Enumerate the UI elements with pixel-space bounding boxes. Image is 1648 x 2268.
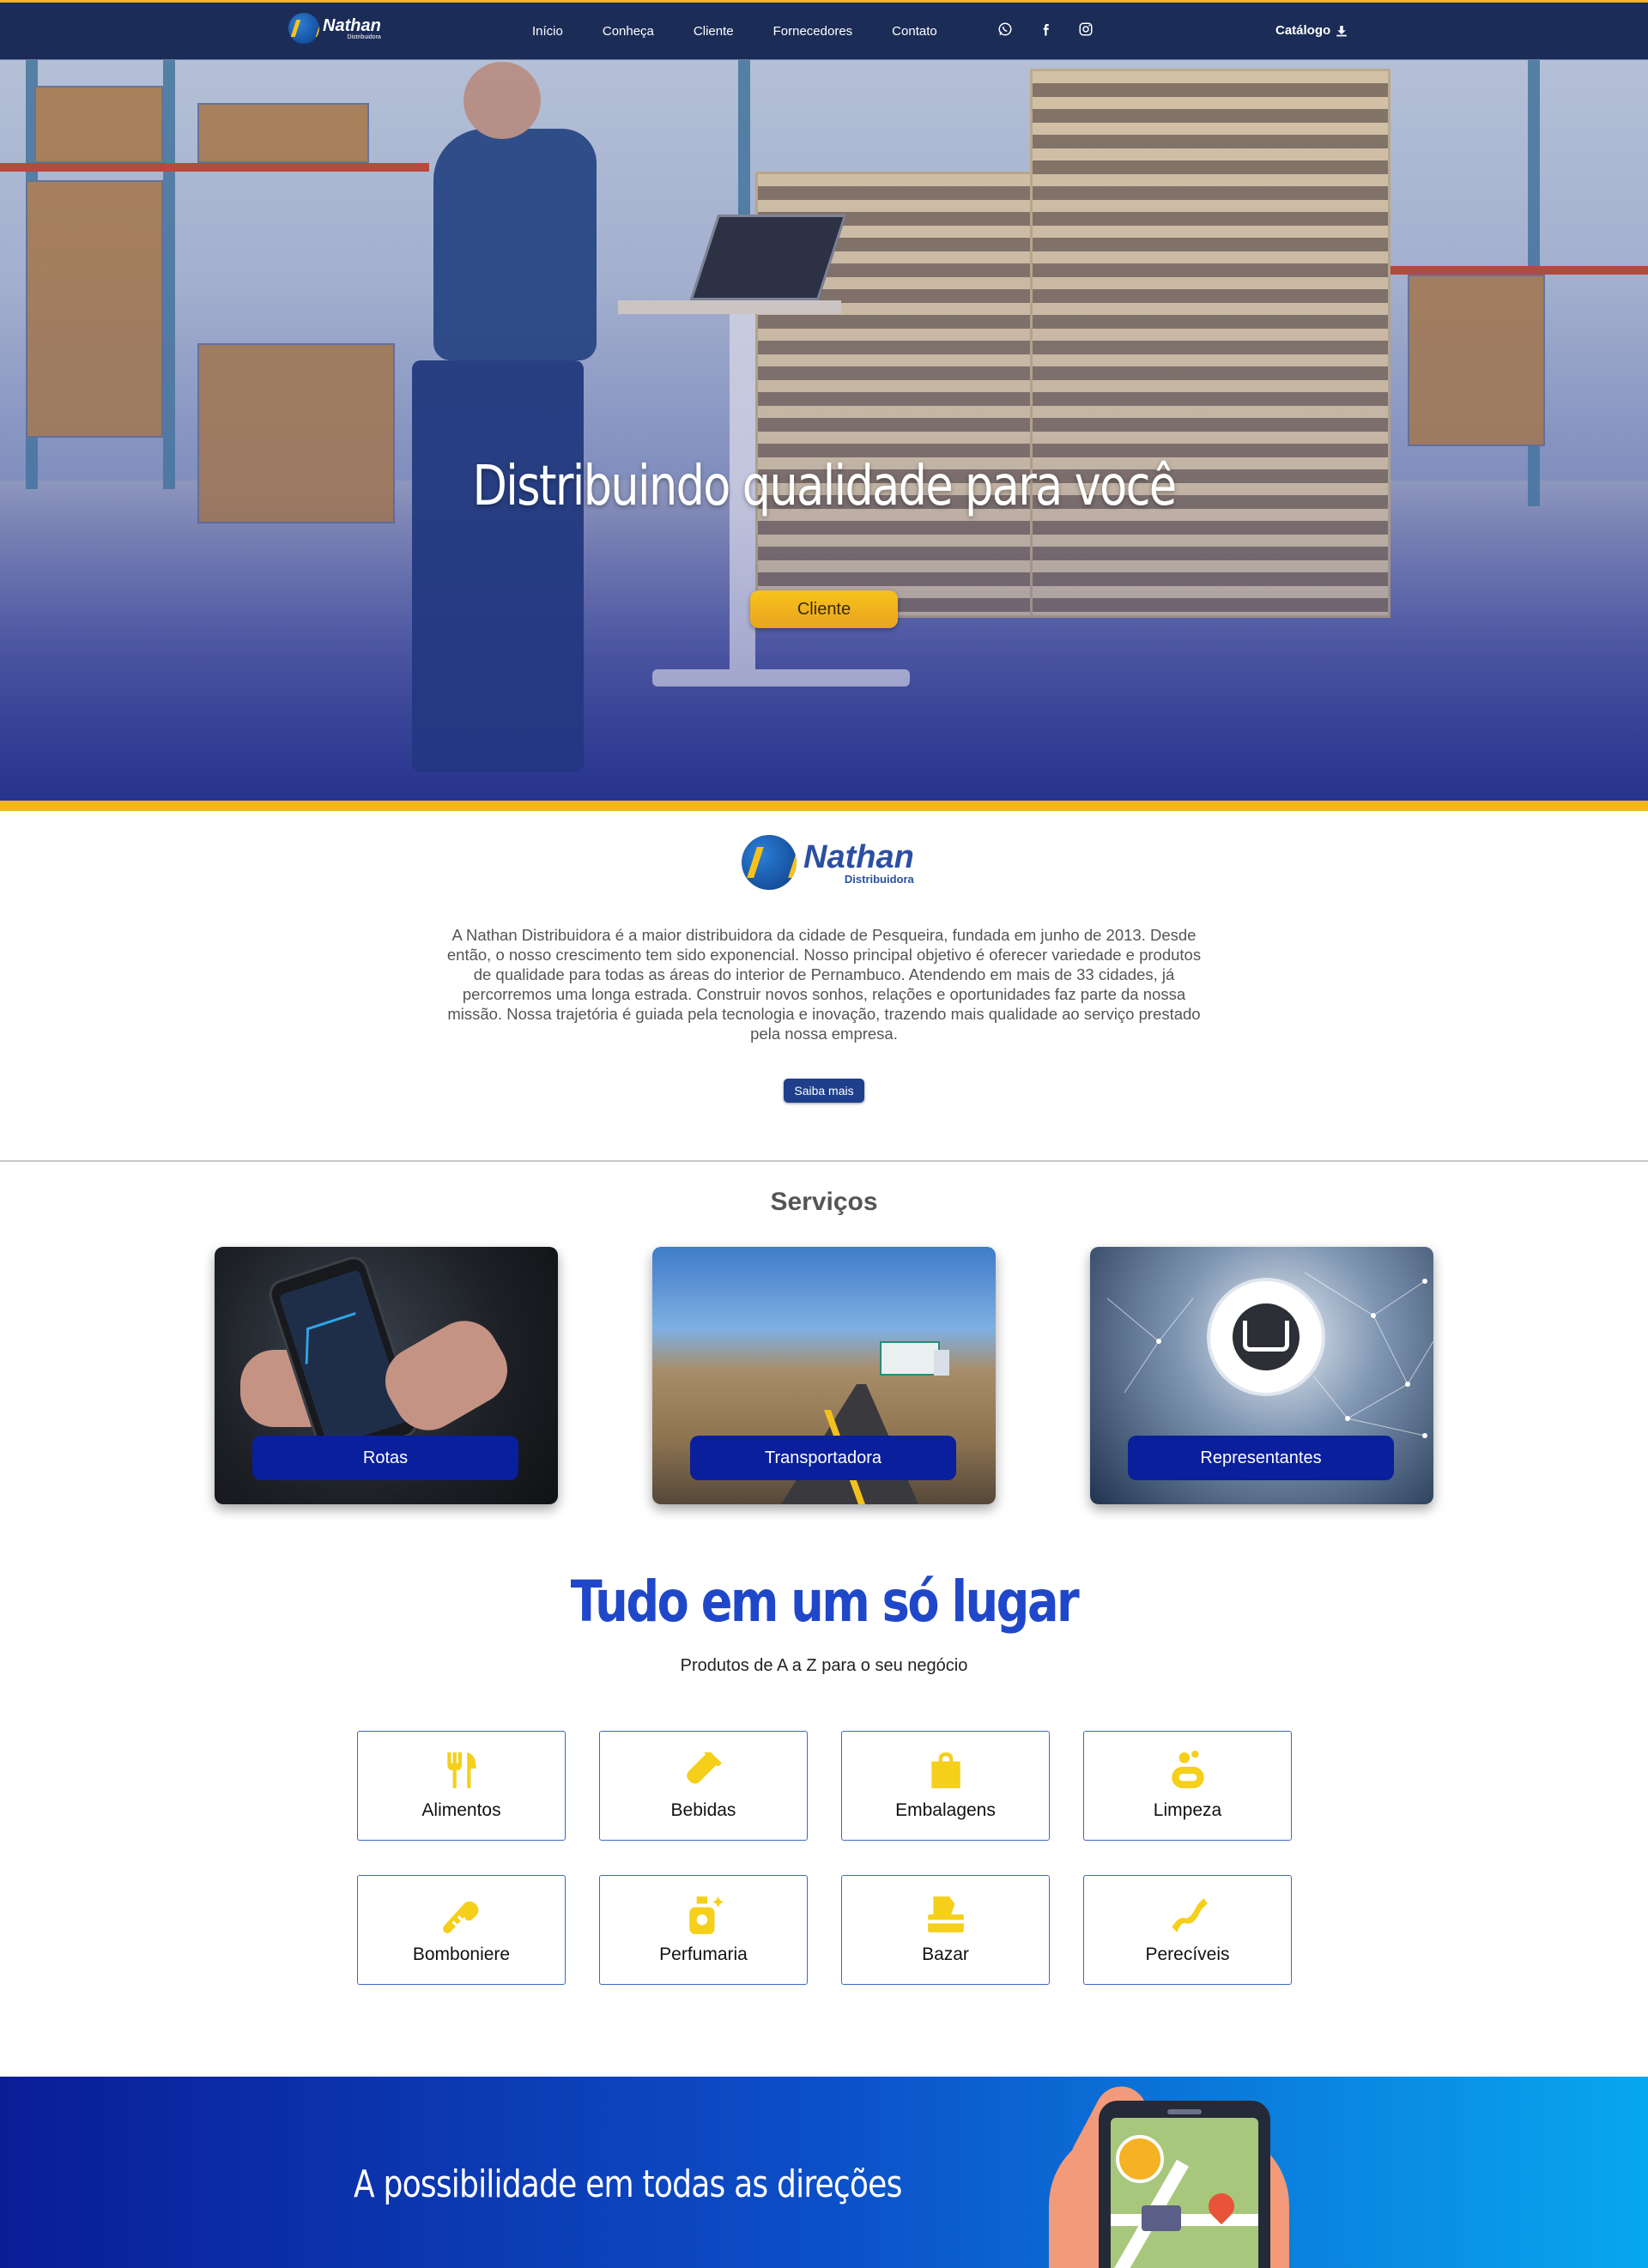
hero-section: Distribuindo qualidade para você Cliente xyxy=(0,0,1648,811)
tissue-box-icon xyxy=(927,1896,964,1932)
truck-image xyxy=(880,1341,940,1376)
about-logo-text: Nathan Distribuidora xyxy=(803,841,914,885)
service-card-representantes[interactable]: Representantes xyxy=(1090,1247,1433,1504)
logo-mark-icon xyxy=(742,835,797,890)
section-divider xyxy=(0,1160,1648,1162)
service-card-label: Rotas xyxy=(252,1436,518,1480)
banner-title: A possibilidade em todas as direções xyxy=(354,2162,902,2206)
about-description: A Nathan Distribuidora é a maior distrib… xyxy=(446,926,1202,1043)
catalog-label: Catálogo xyxy=(1275,23,1331,38)
logo-subtitle: Distribuidora xyxy=(347,33,381,40)
product-tile-pereciveis[interactable]: Perecíveis xyxy=(1083,1875,1292,1985)
map-road xyxy=(1111,2214,1258,2226)
shopping-cart-icon xyxy=(1243,1321,1289,1352)
hero-title: Distribuindo qualidade para você xyxy=(472,455,1178,518)
bacon-icon xyxy=(1171,1898,1208,1932)
product-tile-label: Bazar xyxy=(922,1944,969,1964)
product-tile-label: Bomboniere xyxy=(412,1944,511,1964)
whatsapp-icon[interactable] xyxy=(996,20,1015,39)
products-title: Tudo em um só lugar xyxy=(570,1569,1080,1635)
product-tile-bebidas[interactable]: Bebidas xyxy=(599,1731,808,1841)
hero-client-button[interactable]: Cliente xyxy=(750,590,898,628)
about-logo-subtitle: Distribuidora xyxy=(844,872,914,886)
bottle-icon xyxy=(686,1752,722,1784)
shop-badge-icon xyxy=(1116,2135,1164,2183)
truck-cab xyxy=(934,1350,949,1376)
instagram-icon[interactable] xyxy=(1076,20,1095,39)
product-tile-alimentos[interactable]: Alimentos xyxy=(357,1731,566,1841)
logo-mark-icon xyxy=(288,13,319,44)
message-icon xyxy=(1142,2205,1181,2231)
service-card-label: Transportadora xyxy=(690,1436,956,1480)
hero-overlay xyxy=(0,0,1648,811)
about-logo-name: Nathan xyxy=(803,838,914,875)
nav-logo[interactable]: Nathan Distribuidora xyxy=(288,11,383,45)
product-tile-label: Bebidas xyxy=(670,1800,736,1820)
product-tile-label: Perfumaria xyxy=(659,1944,748,1964)
product-tile-label: Alimentos xyxy=(421,1800,501,1820)
nav-link-cliente[interactable]: Cliente xyxy=(694,24,734,39)
top-navbar: Nathan Distribuidora Início Conheça Clie… xyxy=(0,0,1648,60)
saiba-mais-button[interactable]: Saiba mais xyxy=(784,1079,864,1103)
service-card-rotas[interactable]: Rotas xyxy=(215,1247,558,1504)
products-subtitle: Produtos de A a Z para o seu negócio xyxy=(680,1656,968,1675)
soap-icon xyxy=(1171,1751,1204,1788)
services-title: Serviços xyxy=(770,1188,878,1216)
service-card-label: Representantes xyxy=(1128,1436,1394,1480)
product-tile-perfumaria[interactable]: Perfumaria xyxy=(599,1875,808,1985)
product-tile-embalagens[interactable]: Embalagens xyxy=(841,1731,1050,1841)
perfume-icon xyxy=(688,1896,724,1934)
product-tile-label: Limpeza xyxy=(1153,1800,1222,1820)
logo-text: Nathan Distribuidora xyxy=(323,17,381,40)
product-tile-bazar[interactable]: Bazar xyxy=(841,1875,1050,1985)
phone-speaker xyxy=(1167,2109,1202,2114)
shopping-bag-icon xyxy=(930,1752,960,1788)
product-tile-label: Perecíveis xyxy=(1145,1944,1230,1964)
about-logo: Nathan Distribuidora xyxy=(742,832,922,892)
main-menu: Início Conheça Cliente Fornecedores Cont… xyxy=(532,3,977,60)
utensils-icon xyxy=(446,1752,476,1788)
hero-accent-stripe xyxy=(0,801,1648,811)
facebook-icon[interactable] xyxy=(1036,20,1055,39)
nav-link-conheca[interactable]: Conheça xyxy=(603,24,654,39)
catalog-download-link[interactable]: Catálogo xyxy=(1275,23,1348,38)
nav-link-inicio[interactable]: Início xyxy=(532,24,563,39)
candy-cane-icon xyxy=(442,1901,478,1933)
product-tile-limpeza[interactable]: Limpeza xyxy=(1083,1731,1292,1841)
product-tile-label: Embalagens xyxy=(895,1800,996,1820)
social-links xyxy=(996,20,1095,39)
service-card-transportadora[interactable]: Transportadora xyxy=(652,1247,996,1504)
product-tile-bomboniere[interactable]: Bomboniere xyxy=(357,1875,566,1985)
directions-banner: A possibilidade em todas as direções xyxy=(0,2077,1648,2268)
nav-link-contato[interactable]: Contato xyxy=(892,24,937,39)
logo-name: Nathan xyxy=(323,15,381,35)
nav-link-fornecedores[interactable]: Fornecedores xyxy=(773,24,853,39)
download-icon xyxy=(1336,25,1348,36)
